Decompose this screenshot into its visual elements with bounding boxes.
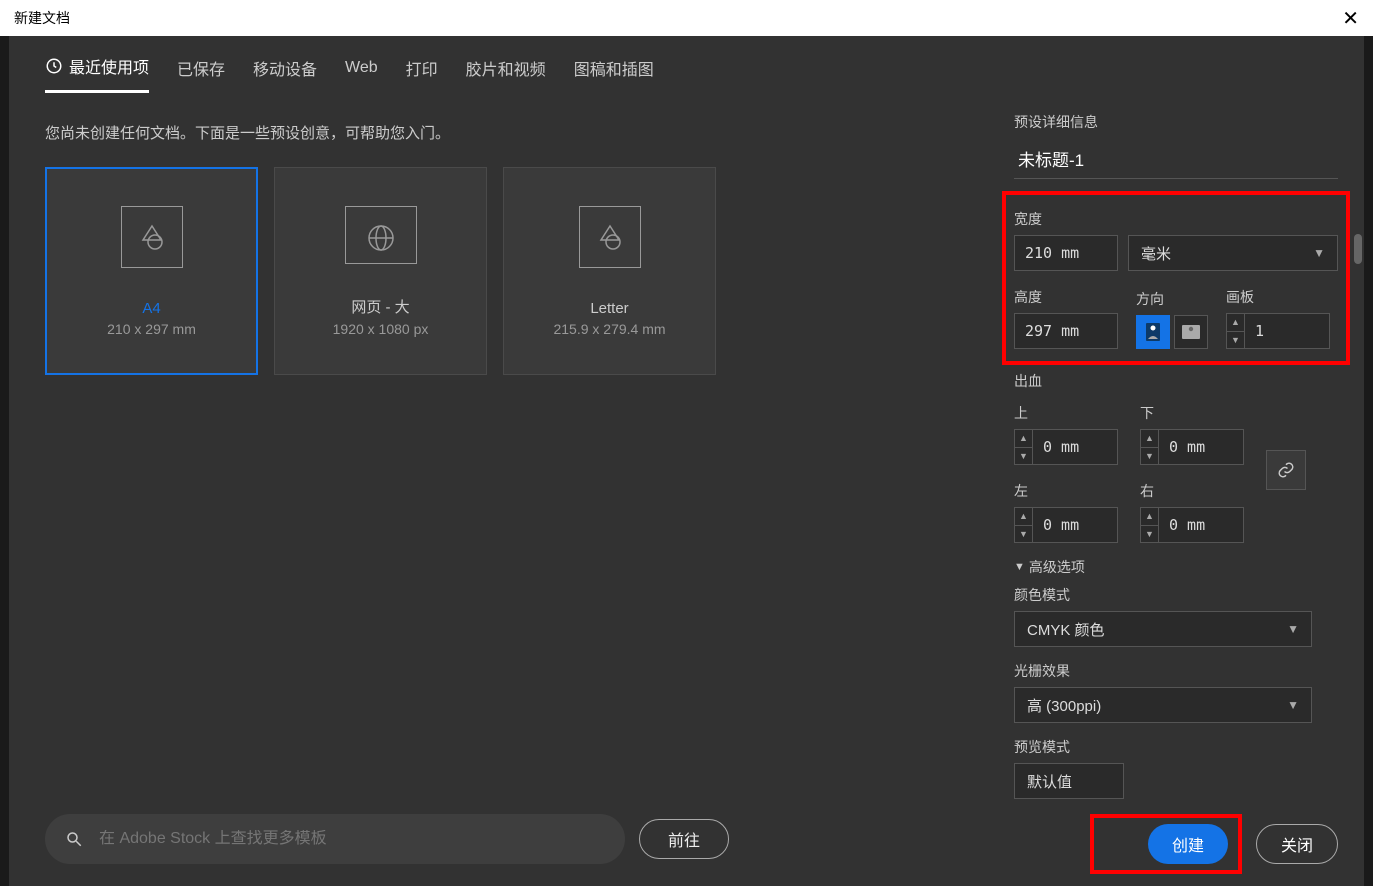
tab-saved[interactable]: 已保存 <box>177 54 225 93</box>
bleed-top-label: 上 <box>1014 403 1126 423</box>
footer-buttons: 创建 关闭 <box>1090 814 1338 874</box>
step-down-icon[interactable]: ▼ <box>1227 332 1244 349</box>
bleed-label: 出血 <box>1014 371 1338 391</box>
preset-title: Letter <box>590 300 628 317</box>
tab-art[interactable]: 图稿和插图 <box>574 54 654 93</box>
color-mode-label: 颜色模式 <box>1014 585 1338 605</box>
height-label: 高度 <box>1014 287 1118 307</box>
width-input[interactable] <box>1014 235 1118 271</box>
width-label: 宽度 <box>1014 209 1338 229</box>
bleed-bottom-label: 下 <box>1140 403 1252 423</box>
bleed-top-stepper[interactable]: ▲▼ <box>1014 429 1032 465</box>
tab-label: 最近使用项 <box>69 54 149 78</box>
tab-mobile[interactable]: 移动设备 <box>253 54 317 93</box>
tab-recent[interactable]: 最近使用项 <box>45 54 149 93</box>
preset-dims: 215.9 x 279.4 mm <box>553 321 665 337</box>
scrollbar[interactable] <box>1354 234 1362 264</box>
artboard-stepper[interactable]: ▲▼ <box>1226 313 1244 349</box>
raster-label: 光栅效果 <box>1014 661 1338 681</box>
orientation-portrait[interactable] <box>1136 315 1170 349</box>
link-icon <box>1277 461 1295 479</box>
orientation-label: 方向 <box>1136 289 1208 309</box>
preset-title: A4 <box>142 300 160 317</box>
search-input[interactable] <box>99 830 605 848</box>
create-button[interactable]: 创建 <box>1148 824 1228 864</box>
preview-label: 预览模式 <box>1014 737 1338 757</box>
preset-card-web[interactable]: 网页 - 大 1920 x 1080 px <box>274 167 487 375</box>
window-title: 新建文档 <box>14 8 70 28</box>
go-button[interactable]: 前往 <box>639 819 729 859</box>
chevron-down-icon: ▼ <box>1287 698 1299 712</box>
height-input[interactable] <box>1014 313 1118 349</box>
preset-title: 网页 - 大 <box>351 296 409 317</box>
close-button[interactable]: 关闭 <box>1256 824 1338 864</box>
create-highlight: 创建 <box>1090 814 1242 874</box>
tab-print[interactable]: 打印 <box>406 54 438 93</box>
bleed-bottom-input[interactable] <box>1158 429 1244 465</box>
close-icon[interactable]: ✕ <box>1342 6 1359 31</box>
document-name-input[interactable] <box>1014 142 1338 179</box>
preview-select[interactable]: 默认值 <box>1014 763 1124 799</box>
bleed-left-stepper[interactable]: ▲▼ <box>1014 507 1032 543</box>
panel-header: 预设详细信息 <box>1014 112 1338 132</box>
chevron-down-icon: ▼ <box>1014 561 1025 573</box>
tab-film[interactable]: 胶片和视频 <box>466 54 546 93</box>
bleed-right-label: 右 <box>1140 481 1252 501</box>
web-icon <box>345 206 417 264</box>
orientation-landscape[interactable] <box>1174 315 1208 349</box>
intro-text: 您尚未创建任何文档。下面是一些预设创意，可帮助您入门。 <box>45 122 946 143</box>
search-icon <box>65 830 83 848</box>
preset-card-a4[interactable]: A4 210 x 297 mm <box>45 167 258 375</box>
bleed-right-stepper[interactable]: ▲▼ <box>1140 507 1158 543</box>
unit-select[interactable]: 毫米 ▼ <box>1128 235 1338 271</box>
preset-details-panel: 预设详细信息 宽度 毫米 ▼ 高度 方向 <box>982 94 1364 886</box>
bleed-bottom-stepper[interactable]: ▲▼ <box>1140 429 1158 465</box>
artboard-label: 画板 <box>1226 287 1330 307</box>
chevron-down-icon: ▼ <box>1287 622 1299 636</box>
unit-value: 毫米 <box>1141 243 1171 264</box>
clock-icon <box>45 57 63 75</box>
raster-select[interactable]: 高 (300ppi) ▼ <box>1014 687 1312 723</box>
preset-dims: 210 x 297 mm <box>107 321 196 337</box>
bleed-left-label: 左 <box>1014 481 1126 501</box>
dimension-highlight: 宽度 毫米 ▼ 高度 方向 <box>1002 191 1350 365</box>
title-bar: 新建文档 ✕ <box>0 0 1373 36</box>
document-icon <box>121 206 183 268</box>
bleed-right-input[interactable] <box>1158 507 1244 543</box>
color-mode-select[interactable]: CMYK 颜色 ▼ <box>1014 611 1312 647</box>
tab-web[interactable]: Web <box>345 54 378 93</box>
preset-area: 您尚未创建任何文档。下面是一些预设创意，可帮助您入门。 A4 210 x 297… <box>9 94 982 886</box>
bleed-left-input[interactable] <box>1032 507 1118 543</box>
document-icon <box>579 206 641 268</box>
bleed-top-input[interactable] <box>1032 429 1118 465</box>
preset-card-letter[interactable]: Letter 215.9 x 279.4 mm <box>503 167 716 375</box>
stock-search[interactable] <box>45 814 625 864</box>
chevron-down-icon: ▼ <box>1313 246 1325 260</box>
advanced-toggle[interactable]: ▼ 高级选项 <box>1014 557 1338 577</box>
new-document-dialog: 最近使用项 已保存 移动设备 Web 打印 胶片和视频 图稿和插图 您尚未创建任… <box>9 36 1364 886</box>
artboard-input[interactable] <box>1244 313 1330 349</box>
category-tabs: 最近使用项 已保存 移动设备 Web 打印 胶片和视频 图稿和插图 <box>9 36 1364 94</box>
link-bleed-button[interactable] <box>1266 450 1306 490</box>
step-up-icon[interactable]: ▲ <box>1227 314 1244 332</box>
preset-dims: 1920 x 1080 px <box>333 321 429 337</box>
